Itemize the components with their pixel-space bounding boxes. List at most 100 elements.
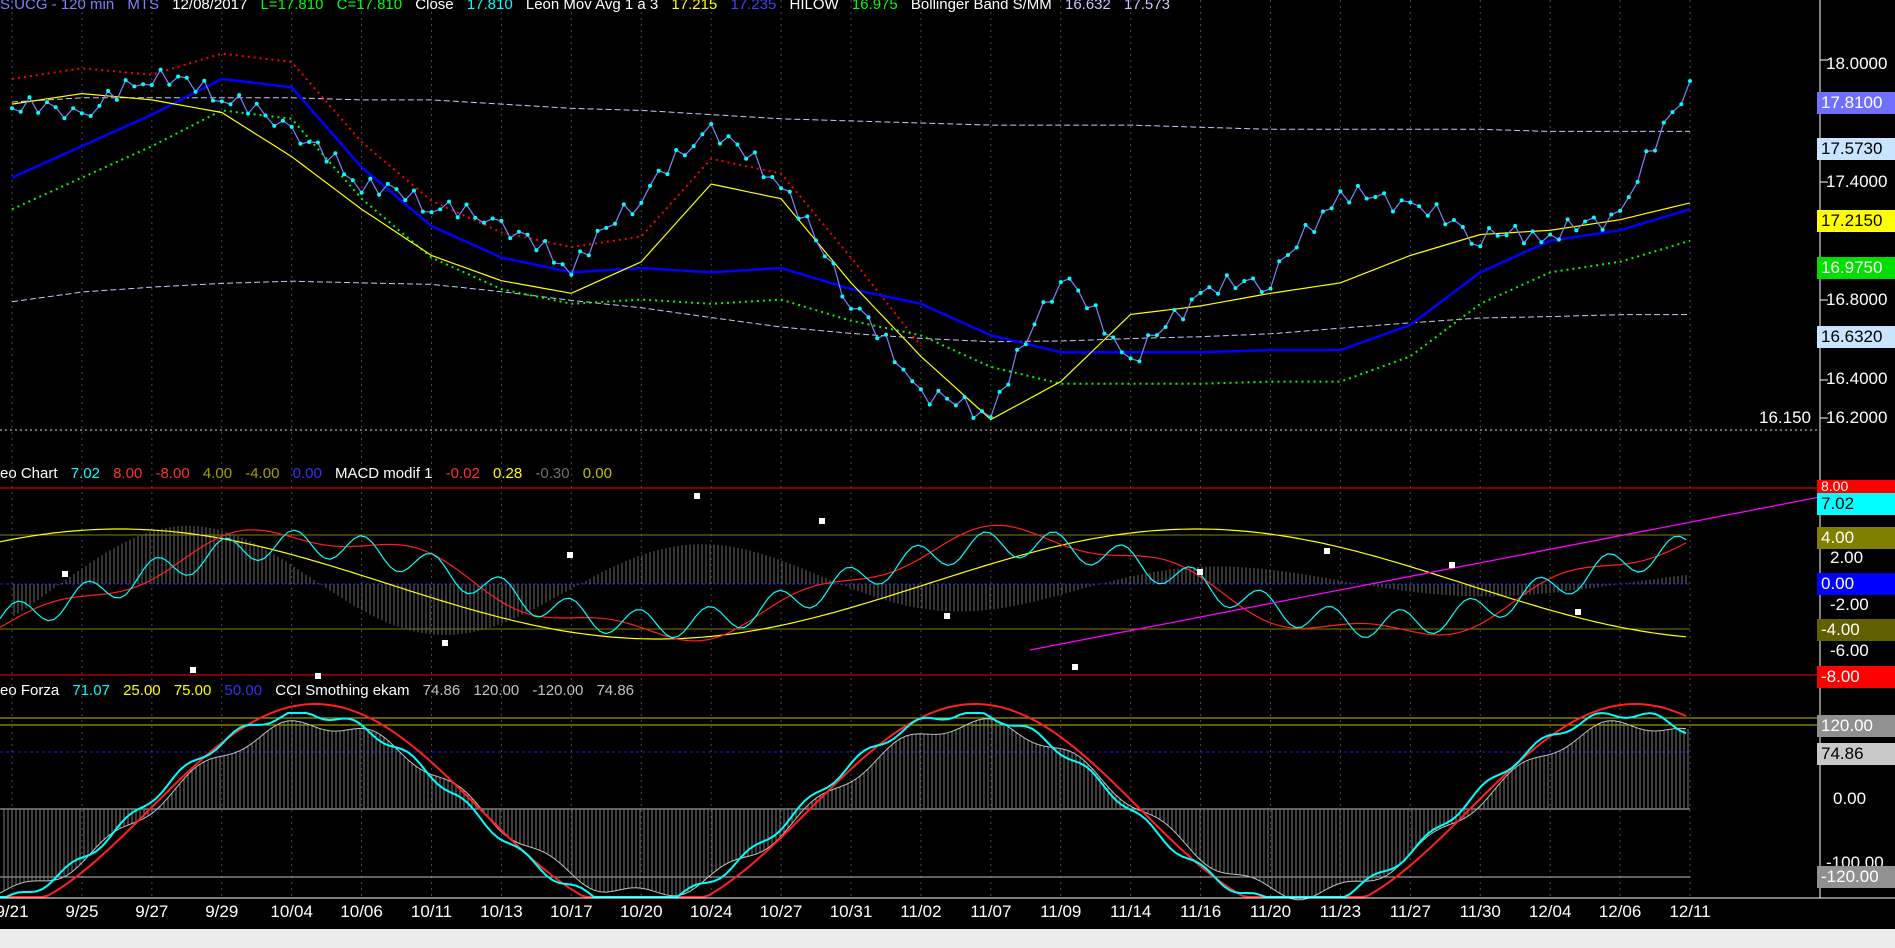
close-point xyxy=(280,118,285,123)
forza-indicator-name: eo Forza xyxy=(0,682,60,699)
close-eq-value: C=17.810 xyxy=(336,0,403,13)
last-price-tag: 17.8100 xyxy=(1817,92,1895,114)
macd-indicator-name: eo Chart xyxy=(0,465,58,482)
macd-v3: -8.00 xyxy=(155,465,190,482)
close-point xyxy=(246,111,250,116)
x-tick-label: 11/07 xyxy=(970,902,1012,921)
close-point xyxy=(1382,191,1387,196)
close-point xyxy=(1058,280,1063,285)
forza-v2: 25.00 xyxy=(123,682,161,699)
close-point xyxy=(1198,290,1203,295)
close-point xyxy=(1128,356,1133,361)
bottom-scrollbar[interactable] xyxy=(0,929,1895,948)
close-point xyxy=(71,106,76,111)
bollinger-value-1: 16.632 xyxy=(1064,0,1111,13)
x-tick-label: 9/21 xyxy=(0,902,29,921)
close-point xyxy=(1111,335,1116,340)
macd-m2: 0.28 xyxy=(493,465,523,482)
close-point xyxy=(36,110,41,115)
close-point xyxy=(674,148,679,152)
close-point xyxy=(1399,198,1404,203)
hilow-label: HILOW xyxy=(789,0,839,13)
price-axis-label: 16.4000 xyxy=(1826,369,1888,388)
macd-marker xyxy=(944,613,950,619)
series-line-hilow xyxy=(11,77,1691,354)
x-tick-label: 10/31 xyxy=(829,902,873,921)
macd-header: eo Chart 7.02 8.00 -8.00 4.00 -4.00 0.00… xyxy=(0,465,621,482)
x-tick-label: 10/04 xyxy=(270,902,313,921)
close-point xyxy=(1312,230,1317,234)
x-tick-label: 12/06 xyxy=(1598,902,1642,921)
close-point xyxy=(342,172,347,177)
close-point xyxy=(1548,232,1553,237)
x-tick-label: 11/09 xyxy=(1040,902,1082,921)
macd-marker xyxy=(1575,609,1581,615)
close-point xyxy=(1172,308,1177,312)
close-point xyxy=(307,140,312,144)
macd-v2: 8.00 xyxy=(113,465,143,482)
close-point xyxy=(560,262,565,267)
close-point xyxy=(1102,331,1107,336)
close-point xyxy=(1565,217,1570,222)
close-point xyxy=(1093,303,1098,308)
close-point xyxy=(884,332,888,337)
hilow-value: 16.975 xyxy=(851,0,898,13)
x-tick-label: 10/27 xyxy=(759,902,803,921)
close-point xyxy=(1644,149,1649,154)
close-point xyxy=(578,249,583,254)
close-point xyxy=(10,106,14,111)
close-point xyxy=(141,82,146,87)
close-point xyxy=(857,306,862,311)
close-point xyxy=(639,200,644,205)
close-point xyxy=(420,209,425,214)
close-point xyxy=(1338,189,1343,194)
x-tick-label: 10/11 xyxy=(410,902,453,921)
close-value: 17.810 xyxy=(466,0,513,13)
close-point xyxy=(918,387,923,392)
close-point xyxy=(1303,222,1308,227)
close-point xyxy=(18,109,23,114)
close-point xyxy=(1417,204,1422,209)
macd-tag-minus-4: -4.00 xyxy=(1817,619,1895,641)
x-tick-label: 11/20 xyxy=(1249,902,1292,921)
close-point xyxy=(770,175,775,179)
close-point xyxy=(193,89,198,94)
close-point xyxy=(1268,286,1273,291)
close-point xyxy=(97,103,102,108)
min-price-label: 16.150 xyxy=(1759,408,1811,427)
close-point xyxy=(621,202,626,207)
close-point xyxy=(875,336,880,341)
close-point xyxy=(1373,195,1378,199)
close-point xyxy=(691,144,696,149)
close-point xyxy=(1023,342,1028,347)
close-point xyxy=(1425,213,1430,218)
close-label: Close xyxy=(415,0,454,13)
close-point xyxy=(1670,110,1675,115)
x-tick-label: 11/30 xyxy=(1459,902,1501,921)
close-point xyxy=(901,367,906,372)
close-point xyxy=(1609,212,1614,217)
close-point xyxy=(586,253,591,258)
mov-avg-value-1: 17.215 xyxy=(671,0,718,13)
close-point xyxy=(490,216,495,221)
close-point xyxy=(211,98,215,103)
macd-v6: 0.00 xyxy=(292,465,322,482)
close-point xyxy=(184,75,189,80)
x-tick-label: 9/25 xyxy=(65,902,99,921)
close-point xyxy=(840,294,845,299)
macd-axis-label: -2.00 xyxy=(1830,595,1869,614)
price-axis-label: 17.4000 xyxy=(1826,172,1888,191)
close-point xyxy=(289,124,294,129)
close-point xyxy=(1679,102,1684,107)
x-tick-label: 9/27 xyxy=(135,902,169,921)
close-point xyxy=(1600,227,1605,232)
cci-c1: 74.86 xyxy=(422,682,461,699)
close-point xyxy=(516,229,521,234)
close-point xyxy=(79,111,84,116)
forza-panel xyxy=(0,703,1820,901)
close-point xyxy=(176,74,181,79)
close-point xyxy=(1574,228,1579,233)
macd-marker xyxy=(819,518,825,524)
close-point xyxy=(1653,148,1657,153)
close-point xyxy=(167,82,172,87)
